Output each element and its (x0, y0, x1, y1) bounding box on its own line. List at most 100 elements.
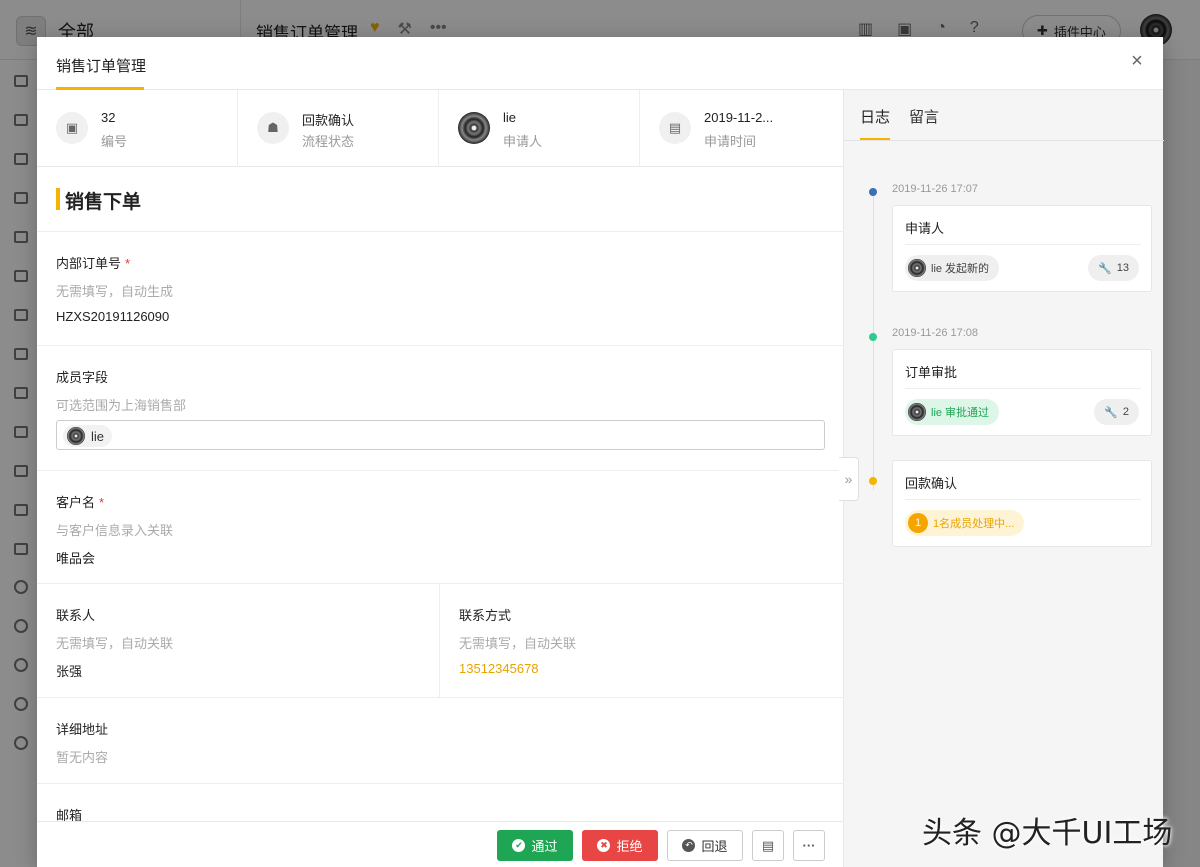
count-text: 2 (1122, 406, 1129, 418)
tab-log[interactable]: 日志 (860, 106, 890, 127)
pending-pill[interactable]: 1 1名成员处理中... (905, 510, 1025, 536)
wrench-icon: 🔧 (1104, 406, 1118, 419)
timeline-title: 订单审批 (905, 365, 958, 380)
field-label: 联系方式 (459, 608, 512, 623)
pill-text: lie 发起新的 (931, 263, 990, 275)
info-cell-time: ▤ 2019-11-2... 申请时间 (640, 90, 841, 167)
member-tag[interactable]: lie (63, 425, 113, 447)
timeline-title: 申请人 (905, 221, 945, 236)
collapse-panel-toggle[interactable]: » (839, 457, 859, 501)
info-cell-status: ☗ 回款确认 流程状态 (238, 90, 439, 167)
timeline-dot (869, 333, 877, 341)
wrench-count[interactable]: 🔧 13 (1088, 255, 1139, 281)
section-header: 销售下单 (37, 167, 843, 232)
timeline-dot (869, 477, 877, 485)
actor-pill[interactable]: lie 发起新的 (905, 255, 1000, 281)
pass-label: 通过 (531, 839, 558, 854)
print-icon: ▤ (761, 837, 775, 853)
divider (844, 140, 1164, 141)
info-strip: ▣ 32 编号 ☗ 回款确认 流程状态 lie 申请人 ▤ 2019-11-2.… (37, 90, 843, 167)
field-customer: 客户名 * 与客户信息录入关联 唯品会 (37, 471, 843, 584)
watermark: 头条 @大千UI工场 (922, 816, 1173, 851)
check-icon: ✔ (512, 839, 526, 852)
field-value: HZXS20191126090 (56, 309, 170, 324)
divider (905, 388, 1141, 389)
avatar (908, 403, 926, 421)
info-cell-id: ▣ 32 编号 (37, 90, 238, 167)
required-mark: * (125, 256, 131, 271)
info-cell-applicant: lie 申请人 (439, 90, 640, 167)
pill-text: lie 审批通过 (931, 407, 990, 419)
info-value: lie (503, 110, 517, 125)
pending-count: 1 (908, 513, 928, 533)
timeline-time: 2019-11-26 17:07 (892, 183, 979, 195)
timeline-card: 申请人 lie 发起新的 🔧 13 (892, 205, 1152, 292)
order-modal: 销售订单管理 × ▣ 32 编号 ☗ 回款确认 流程状态 lie 申请人 ▤ 2… (37, 37, 1164, 867)
field-label: 联系人 (56, 608, 96, 623)
member-select[interactable]: lie (56, 420, 825, 450)
avatar (458, 112, 490, 144)
pass-button[interactable]: ✔ 通过 (497, 830, 573, 861)
field-hint: 无需填写，自动关联 (459, 636, 577, 651)
info-label: 编号 (101, 134, 128, 149)
calendar-icon: ▤ (659, 112, 691, 144)
field-value: 唯品会 (56, 551, 96, 566)
close-icon[interactable]: × (1129, 51, 1145, 71)
wrench-count[interactable]: 🔧 2 (1094, 399, 1139, 425)
wrench-icon: 🔧 (1098, 262, 1112, 275)
modal-title: 销售订单管理 (56, 58, 147, 75)
more-button[interactable]: ··· (793, 830, 825, 861)
info-label: 申请人 (503, 134, 543, 149)
info-label: 申请时间 (704, 134, 757, 149)
field-label: 详细地址 (56, 722, 109, 737)
log-panel: 日志 留言 2019-11-26 17:07 申请人 lie 发起新的 🔧 13… (843, 90, 1164, 867)
avatar (908, 259, 926, 277)
field-label: 成员字段 (56, 370, 109, 385)
info-value: 2019-11-2... (704, 110, 774, 125)
phone-link[interactable]: 13512345678 (459, 661, 539, 676)
id-icon: ▣ (56, 112, 88, 144)
print-button[interactable]: ▤ (752, 830, 784, 861)
flow-icon: ☗ (257, 112, 289, 144)
timeline-card: 回款确认 1 1名成员处理中... (892, 460, 1152, 547)
member-name: lie (91, 428, 105, 444)
divider (905, 499, 1141, 500)
field-hint: 无需填写，自动关联 (56, 636, 174, 651)
x-icon: ✖ (597, 839, 611, 852)
info-value: 回款确认 (302, 113, 355, 128)
modal-header: 销售订单管理 × (37, 37, 1163, 90)
field-member: 成员字段 可选范围为上海销售部 lie (37, 346, 843, 471)
field-label: 内部订单号 * (56, 256, 131, 271)
avatar (67, 427, 85, 445)
more-icon: ··· (802, 838, 816, 853)
timeline-time: 2019-11-26 17:08 (892, 327, 979, 339)
count-text: 13 (1116, 262, 1129, 274)
info-label: 流程状态 (302, 134, 355, 149)
form-area: ▣ 32 编号 ☗ 回款确认 流程状态 lie 申请人 ▤ 2019-11-2.… (37, 90, 843, 867)
tab-comments[interactable]: 留言 (909, 106, 939, 127)
action-footer: ✔ 通过 ✖ 拒绝 ↶ 回退 ▤ ··· (37, 821, 843, 867)
pill-text: 1名成员处理中... (933, 518, 1015, 530)
field-value: 张强 (56, 664, 83, 679)
field-contact-row: 联系人 无需填写，自动关联 张强 联系方式 无需填写，自动关联 13512345… (37, 584, 843, 698)
field-hint: 无需填写，自动生成 (56, 284, 174, 299)
reject-button[interactable]: ✖ 拒绝 (582, 830, 658, 861)
required-mark: * (99, 495, 105, 510)
timeline-title: 回款确认 (905, 476, 958, 491)
field-label: 客户名 * (56, 495, 105, 510)
section-accent-bar (56, 188, 60, 210)
undo-icon: ↶ (682, 839, 696, 852)
field-hint: 与客户信息录入关联 (56, 523, 174, 538)
rollback-label: 回退 (701, 839, 728, 854)
reject-label: 拒绝 (616, 839, 643, 854)
field-order-number: 内部订单号 * 无需填写，自动生成 HZXS20191126090 (37, 232, 843, 346)
divider (905, 244, 1141, 245)
divider (439, 584, 440, 697)
timeline-dot (869, 188, 877, 196)
rollback-button[interactable]: ↶ 回退 (667, 830, 743, 861)
field-hint: 暂无内容 (56, 750, 109, 765)
field-hint: 可选范围为上海销售部 (56, 398, 187, 413)
actor-pill[interactable]: lie 审批通过 (905, 399, 1000, 425)
section-title: 销售下单 (65, 192, 142, 213)
field-address: 详细地址 暂无内容 (37, 698, 843, 784)
